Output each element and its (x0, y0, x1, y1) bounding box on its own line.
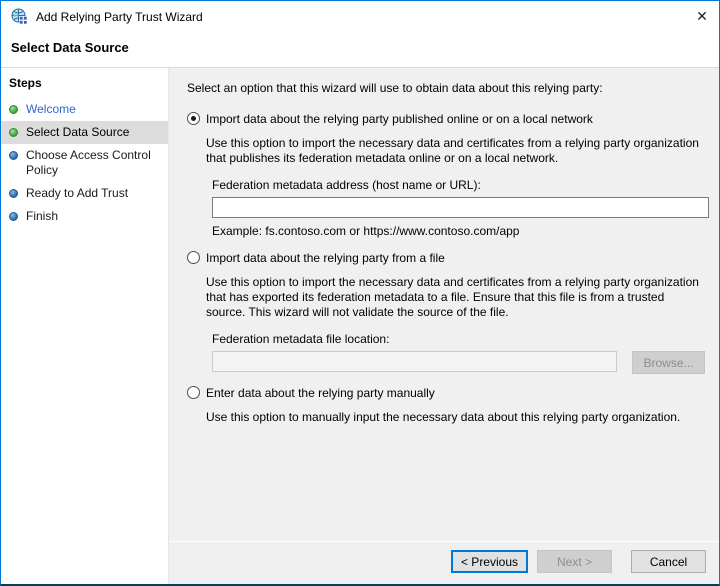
step-label: Select Data Source (26, 125, 130, 139)
intro-text: Select an option that this wizard will u… (187, 81, 603, 95)
radio-label-enter-manually[interactable]: Enter data about the relying party manua… (206, 386, 435, 401)
content-column: Select an option that this wizard will u… (169, 68, 719, 584)
address-example-text: Example: fs.contoso.com or https://www.c… (212, 224, 520, 238)
previous-button[interactable]: < Previous (450, 550, 528, 573)
step-pending-bullet-icon (9, 212, 18, 221)
browse-button[interactable]: Browse... (632, 351, 705, 374)
content-panel: Select an option that this wizard will u… (169, 68, 719, 541)
close-icon[interactable]: ✕ (685, 1, 719, 32)
radio-row-import-file: Import data about the relying party from… (187, 251, 705, 266)
federation-metadata-address-label: Federation metadata address (host name o… (212, 178, 481, 192)
sidebar-item-ready-to-add-trust: Ready to Add Trust (1, 182, 168, 205)
step-label: Ready to Add Trust (26, 186, 129, 200)
federation-metadata-file-block: Federation metadata file location: Brows… (212, 332, 705, 374)
option-online-description: Use this option to import the necessary … (206, 136, 699, 165)
radio-row-import-online: Import data about the relying party publ… (187, 112, 705, 127)
sidebar-item-choose-access-control-policy: Choose Access Control Policy (1, 144, 168, 182)
step-label: Choose Access Control Policy (26, 148, 151, 177)
federation-metadata-address-block: Federation metadata address (host name o… (212, 178, 709, 239)
next-button[interactable]: Next > (537, 550, 612, 573)
step-label: Finish (26, 209, 59, 223)
step-label: Welcome (26, 102, 76, 116)
radio-row-enter-manually: Enter data about the relying party manua… (187, 386, 705, 401)
sidebar-item-welcome[interactable]: Welcome (1, 98, 168, 121)
radio-enter-manually[interactable] (187, 386, 200, 399)
title-bar: Add Relying Party Trust Wizard ✕ (1, 1, 719, 32)
option-file-description: Use this option to import the necessary … (206, 275, 699, 319)
step-pending-bullet-icon (9, 151, 18, 160)
sidebar-item-select-data-source: Select Data Source (1, 121, 168, 144)
sidebar-item-finish: Finish (1, 205, 168, 228)
footer-button-bar: < Previous Next > Cancel (169, 541, 719, 584)
radio-import-online[interactable] (187, 112, 200, 125)
radio-import-file[interactable] (187, 251, 200, 264)
cancel-button[interactable]: Cancel (631, 550, 706, 573)
wizard-window: Add Relying Party Trust Wizard ✕ Select … (0, 0, 720, 586)
step-done-bullet-icon (9, 128, 18, 137)
federation-metadata-address-input[interactable] (212, 197, 709, 218)
step-pending-bullet-icon (9, 189, 18, 198)
steps-heading: Steps (9, 76, 42, 90)
federation-metadata-file-input[interactable] (212, 351, 617, 372)
page-title: Select Data Source (1, 32, 719, 67)
adfs-wizard-icon (11, 8, 28, 24)
steps-sidebar: Steps Welcome Select Data Source Choose … (1, 68, 169, 584)
option-manual-description: Use this option to manually input the ne… (206, 410, 681, 424)
radio-label-import-file[interactable]: Import data about the relying party from… (206, 251, 445, 266)
radio-label-import-online[interactable]: Import data about the relying party publ… (206, 112, 593, 127)
federation-metadata-file-label: Federation metadata file location: (212, 332, 390, 346)
main-row: Steps Welcome Select Data Source Choose … (1, 67, 719, 584)
file-input-row: Browse... (212, 351, 705, 374)
window-title: Add Relying Party Trust Wizard (36, 9, 203, 24)
step-done-bullet-icon (9, 105, 18, 114)
